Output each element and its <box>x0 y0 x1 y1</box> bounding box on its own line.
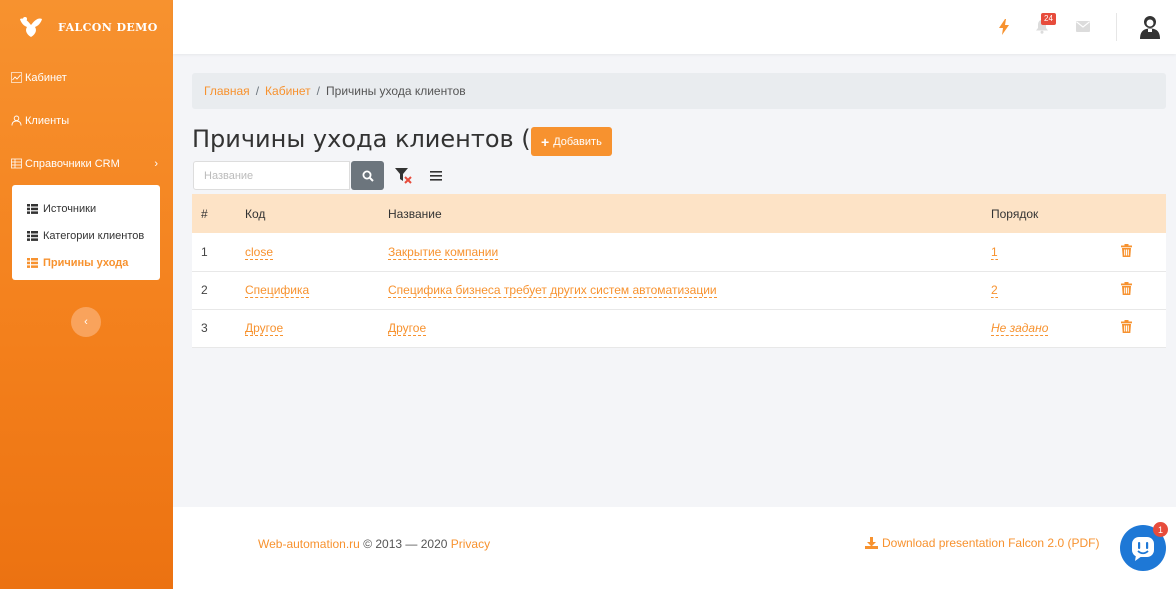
sidebar-collapse-button[interactable]: ‹ <box>71 307 101 337</box>
table-row: 2 Специфика Специфика бизнеса требует др… <box>192 271 1166 309</box>
name-filter-input[interactable] <box>193 161 350 190</box>
footer-copyright: Web-automation.ru © 2013 — 2020 Privacy <box>258 537 490 551</box>
add-button-label: Добавить <box>553 135 602 148</box>
sidebar-item-label: Клиенты <box>25 114 70 127</box>
download-presentation-link[interactable]: Download presentation Falcon 2.0 (PDF) <box>865 536 1099 550</box>
row-code-link[interactable]: Другое <box>245 321 284 336</box>
list-icon <box>27 230 38 241</box>
column-header-order[interactable]: Порядок <box>991 194 1121 233</box>
row-code-link[interactable]: close <box>245 244 274 260</box>
footer-site-link[interactable]: Web-automation.ru <box>258 537 360 551</box>
submenu-item-label: Источники <box>43 202 97 215</box>
brand[interactable]: FALCON DEMO <box>0 0 173 54</box>
chat-icon <box>1132 537 1154 561</box>
chart-icon <box>11 72 22 83</box>
user-icon <box>11 115 22 126</box>
sidebar-item-label: Справочники CRM <box>25 157 120 170</box>
notification-badge: 24 <box>1041 13 1056 25</box>
sidebar: FALCON DEMO Кабинет Клиенты Справочники … <box>0 0 173 589</box>
row-order-link[interactable]: Не задано <box>991 321 1049 336</box>
add-button[interactable]: + Добавить <box>531 127 612 156</box>
breadcrumb-separator: / <box>316 84 321 98</box>
sidebar-item-crm-directories[interactable]: Справочники CRM › <box>0 142 173 185</box>
sidebar-item-cabinet[interactable]: Кабинет <box>0 56 173 99</box>
column-header-name[interactable]: Название <box>388 194 991 233</box>
bolt-icon[interactable] <box>999 19 1009 35</box>
trash-icon[interactable] <box>1121 320 1132 333</box>
row-num: 2 <box>201 283 208 297</box>
brand-title: FALCON DEMO <box>58 20 158 34</box>
submenu-item-sources[interactable]: Источники <box>12 195 160 222</box>
user-avatar-icon[interactable] <box>1139 15 1161 39</box>
row-name-link[interactable]: Специфика бизнеса требует других систем … <box>388 283 717 298</box>
sidebar-submenu: Источники Категории клиентов Причины ухо… <box>12 185 160 280</box>
footer-privacy-link[interactable]: Privacy <box>451 537 490 551</box>
footer-copyright-text: © 2013 — 2020 <box>363 537 448 551</box>
envelope-icon[interactable] <box>1076 21 1090 32</box>
chat-badge: 1 <box>1153 522 1168 537</box>
column-header-actions <box>1121 194 1166 233</box>
breadcrumb-cabinet-link[interactable]: Кабинет <box>265 84 311 98</box>
row-order-link[interactable]: 1 <box>991 244 998 260</box>
sidebar-item-clients[interactable]: Клиенты <box>0 99 173 142</box>
topbar: 24 <box>173 0 1176 54</box>
column-header-num: # <box>201 206 208 221</box>
breadcrumb: Главная / Кабинет / Причины ухода клиент… <box>192 73 1166 109</box>
row-order-link[interactable]: 2 <box>991 283 998 298</box>
column-header-code[interactable]: Код <box>245 194 388 233</box>
submenu-item-label: Причины ухода <box>43 256 129 269</box>
search-button[interactable] <box>351 161 384 190</box>
topbar-divider <box>1116 13 1117 41</box>
table-icon <box>11 158 22 169</box>
footer: Web-automation.ru © 2013 — 2020 Privacy … <box>173 507 1176 589</box>
table-row: 1 close Закрытие компании 1 <box>192 233 1166 271</box>
row-name-link[interactable]: Другое <box>388 321 427 336</box>
download-presentation-label: Download presentation Falcon 2.0 (PDF) <box>882 536 1100 550</box>
row-num: 1 <box>201 244 208 259</box>
chevron-left-icon: ‹ <box>84 316 88 328</box>
download-icon <box>865 537 878 549</box>
chevron-right-icon: › <box>154 157 158 170</box>
submenu-item-churn-reasons[interactable]: Причины ухода <box>12 249 160 276</box>
columns-menu-icon[interactable] <box>430 171 442 181</box>
breadcrumb-home-link[interactable]: Главная <box>204 84 250 98</box>
table-row: 3 Другое Другое Не задано <box>192 309 1166 347</box>
submenu-item-client-categories[interactable]: Категории клиентов <box>12 222 160 249</box>
plus-icon: + <box>541 133 550 150</box>
table-header-row: # Код Название Порядок <box>192 194 1166 233</box>
row-num: 3 <box>201 321 208 335</box>
row-name-link[interactable]: Закрытие компании <box>388 244 499 260</box>
clear-filter-icon[interactable] <box>395 168 413 184</box>
falcon-logo-icon <box>20 17 42 37</box>
row-code-link[interactable]: Специфика <box>245 283 310 298</box>
trash-icon[interactable] <box>1121 243 1132 257</box>
churn-reasons-table: # Код Название Порядок 1 close Закрытие … <box>192 194 1166 348</box>
list-icon <box>27 203 38 214</box>
trash-icon[interactable] <box>1121 282 1132 295</box>
breadcrumb-current: Причины ухода клиентов <box>326 84 466 98</box>
breadcrumb-separator: / <box>255 84 260 98</box>
submenu-item-label: Категории клиентов <box>43 229 145 242</box>
sidebar-item-label: Кабинет <box>25 71 67 84</box>
page-title: Причины ухода клиентов (3) <box>192 125 556 153</box>
list-icon <box>27 257 38 268</box>
search-icon <box>362 170 374 182</box>
